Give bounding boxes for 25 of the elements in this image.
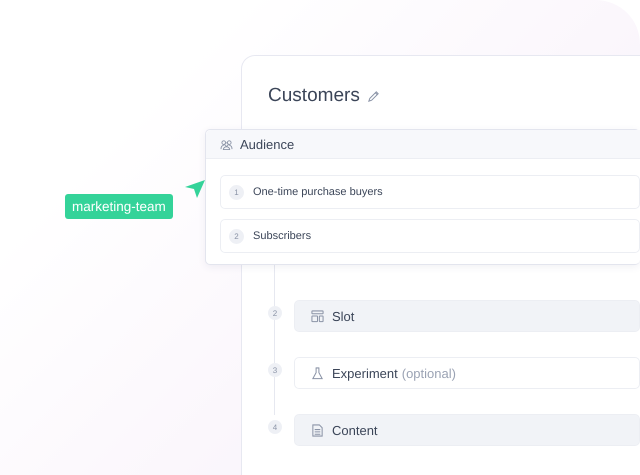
- step-field[interactable]: Slot: [294, 300, 640, 332]
- step-label: Slot: [332, 308, 354, 324]
- document-icon: [311, 424, 324, 436]
- step-field[interactable]: Content: [294, 414, 640, 446]
- edit-icon[interactable]: [366, 90, 380, 102]
- audience-item[interactable]: 2 Subscribers: [220, 219, 640, 253]
- user-tag: marketing-team: [65, 194, 173, 219]
- flask-icon: [311, 366, 324, 380]
- panel-title: Audience: [240, 136, 294, 152]
- group-icon: [220, 138, 233, 150]
- step-field[interactable]: Experiment (optional): [294, 357, 640, 389]
- layout-icon: [311, 310, 324, 322]
- step-label: Experiment: [332, 366, 398, 380]
- cursor-arrow-icon: [184, 179, 206, 199]
- step-label: Content: [332, 422, 378, 438]
- item-number: 2: [229, 228, 244, 244]
- item-number: 1: [229, 184, 244, 200]
- item-label: One-time purchase buyers: [253, 186, 383, 198]
- step-number: 3: [268, 363, 282, 377]
- item-label: Subscribers: [253, 230, 312, 242]
- audience-item[interactable]: 1 One-time purchase buyers: [220, 175, 640, 209]
- optional-note: (optional): [402, 366, 456, 380]
- step-number: 4: [268, 420, 282, 434]
- step-number: 2: [268, 306, 282, 320]
- page-title: Customers: [268, 85, 360, 107]
